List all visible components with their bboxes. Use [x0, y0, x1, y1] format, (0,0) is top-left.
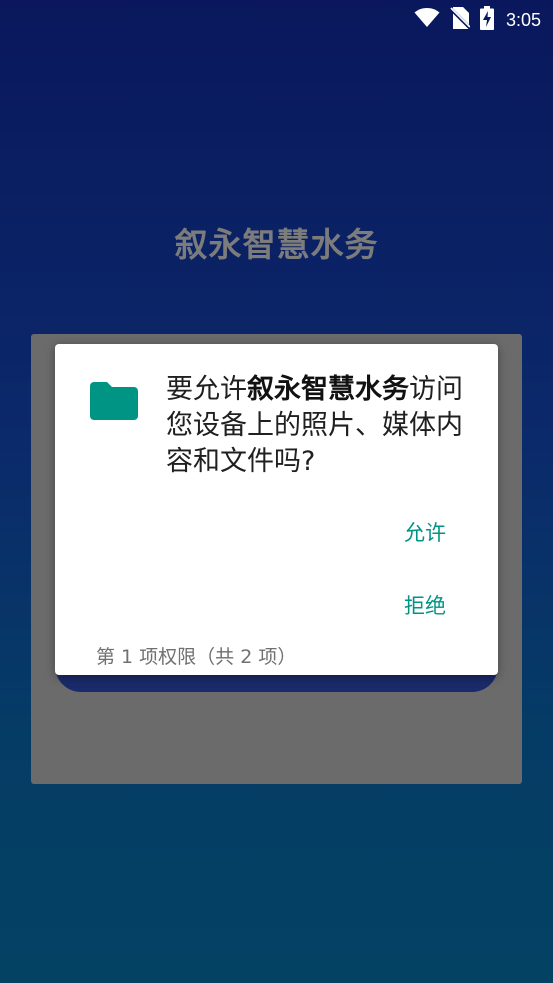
folder-icon — [90, 382, 138, 420]
permission-dialog: 要允许叙永智慧水务访问您设备上的照片、媒体内容和文件吗? 允许 拒绝 第 1 项… — [55, 344, 498, 675]
app-title: 叙永智慧水务 — [174, 225, 379, 264]
permission-message: 要允许叙永智慧水务访问您设备上的照片、媒体内容和文件吗? — [166, 372, 478, 480]
message-prefix: 要允许 — [166, 374, 247, 405]
wifi-icon — [414, 7, 440, 32]
permission-counter: 第 1 项权限（共 2 项） — [96, 646, 297, 668]
battery-charging-icon — [479, 6, 494, 34]
message-app-name: 叙永智慧水务 — [247, 374, 409, 405]
deny-button[interactable]: 拒绝 — [404, 590, 446, 620]
allow-button[interactable]: 允许 — [404, 517, 446, 547]
status-bar: 3:05 — [0, 0, 553, 40]
no-sim-icon — [448, 6, 472, 33]
status-time: 3:05 — [505, 9, 541, 30]
